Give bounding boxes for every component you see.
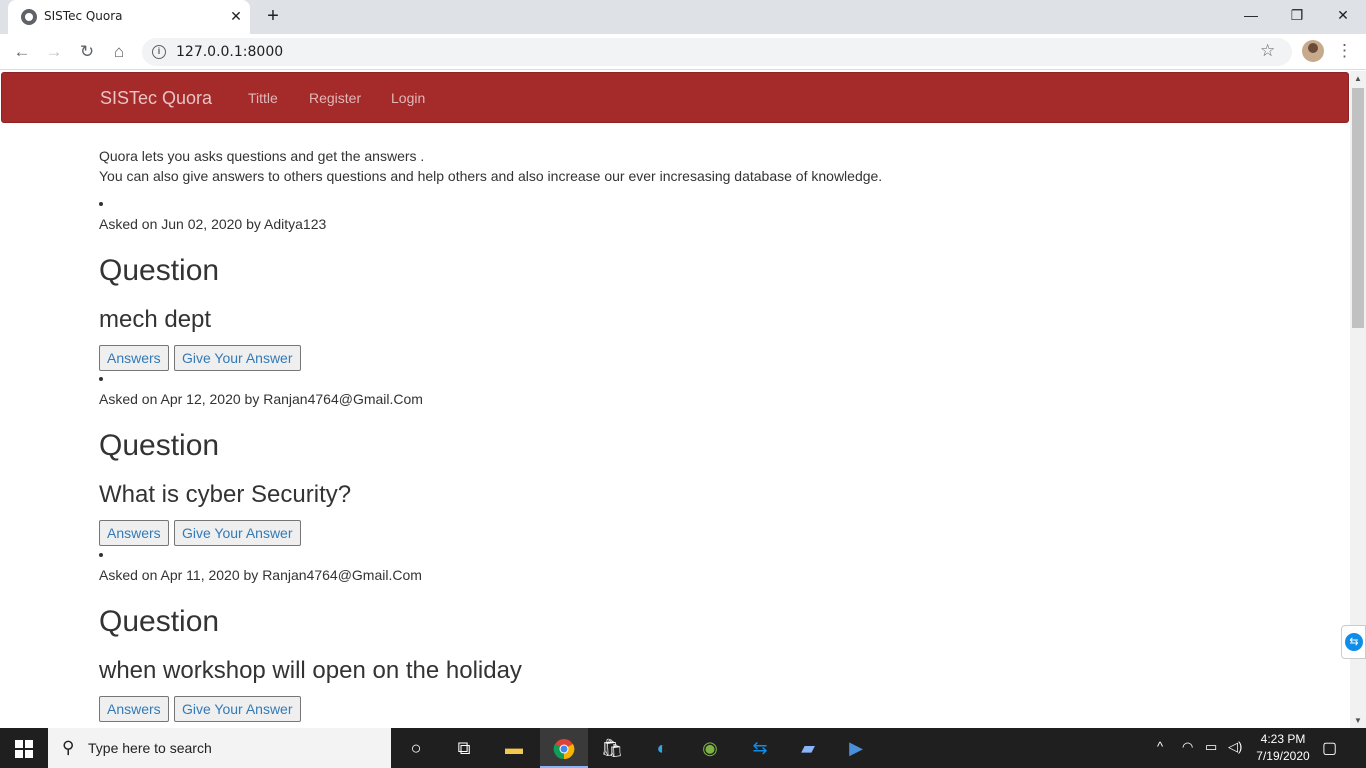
question-meta: Asked on Apr 11, 2020 by Ranjan4764@Gmai… (99, 567, 422, 583)
intro-line-2: You can also give answers to others ques… (99, 168, 883, 184)
clock-date: 7/19/2020 (1256, 749, 1310, 763)
back-arrow-icon[interactable]: ← (10, 40, 34, 64)
wifi-icon[interactable]: ◠ (1182, 739, 1193, 755)
question-text: What is cyber Security? (99, 481, 352, 508)
file-explorer-icon[interactable]: ▬ (490, 728, 538, 768)
task-view-icon[interactable]: ⧉ (440, 728, 488, 768)
edge-icon[interactable]: ◐ (638, 728, 686, 768)
taskbar-search-box[interactable]: ⚲ Type here to search (48, 728, 391, 768)
search-icon: ⚲ (62, 738, 75, 757)
list-bullet (99, 377, 103, 381)
profile-avatar[interactable] (1302, 40, 1324, 62)
powershell-icon[interactable]: ▶ (832, 728, 880, 768)
list-bullet (99, 202, 103, 206)
volume-icon[interactable]: ◁) (1228, 739, 1242, 755)
minimize-button[interactable]: — (1228, 0, 1274, 30)
nav-link-tittle[interactable]: Tittle (248, 90, 278, 106)
teamviewer-icon[interactable]: ⇆ (736, 728, 784, 768)
windows-taskbar: ⚲ Type here to search ○ ⧉ ▬ 🛍 ◐ ◉ ⇆ ▰ ▶ … (0, 728, 1366, 768)
teamviewer-icon: ⇆ (1345, 633, 1363, 651)
question-meta: Asked on Apr 12, 2020 by Ranjan4764@Gmai… (99, 391, 423, 407)
clock-time: 4:23 PM (1260, 732, 1306, 746)
browser-tab[interactable]: SISTec Quora ✕ (8, 0, 250, 34)
chrome-icon[interactable] (540, 728, 588, 768)
home-icon[interactable]: ⌂ (107, 40, 131, 64)
tab-title: SISTec Quora (44, 9, 123, 23)
battery-icon[interactable]: ▭ (1205, 739, 1217, 755)
list-bullet (99, 553, 103, 557)
intro-line-1: Quora lets you asks questions and get th… (99, 148, 425, 164)
give-answer-button[interactable]: Give Your Answer (174, 520, 301, 546)
nav-link-register[interactable]: Register (309, 90, 361, 106)
taskbar-clock[interactable]: 4:23 PM 7/19/2020 (1248, 731, 1318, 765)
nav-link-login[interactable]: Login (391, 90, 425, 106)
question-heading: Question (99, 605, 220, 638)
give-answer-button[interactable]: Give Your Answer (174, 345, 301, 371)
question-heading: Question (99, 254, 220, 287)
info-icon[interactable]: i (152, 45, 166, 59)
answers-button[interactable]: Answers (99, 696, 169, 722)
browser-tab-strip: SISTec Quora ✕ + — ❐ ✕ (0, 0, 1366, 34)
question-text: mech dept (99, 306, 212, 333)
notepad-icon[interactable]: ▰ (784, 728, 832, 768)
site-navbar: SISTec Quora Tittle Register Login (1, 72, 1349, 123)
android-studio-icon[interactable]: ◉ (686, 728, 734, 768)
windows-start-icon[interactable] (15, 740, 33, 758)
give-answer-button[interactable]: Give Your Answer (174, 696, 301, 722)
bookmark-star-icon[interactable]: ☆ (1260, 41, 1275, 61)
globe-icon (21, 9, 37, 25)
url-text[interactable]: 127.0.0.1:8000 (176, 44, 283, 60)
taskbar-search-placeholder[interactable]: Type here to search (88, 740, 212, 756)
question-text: when workshop will open on the holiday (99, 657, 522, 684)
site-brand[interactable]: SISTec Quora (100, 88, 212, 109)
answers-button[interactable]: Answers (99, 345, 169, 371)
forward-arrow-icon[interactable]: → (42, 40, 66, 64)
scroll-up-arrow-icon[interactable]: ▲ (1354, 74, 1362, 83)
new-tab-button[interactable]: + (262, 4, 284, 28)
cortana-icon[interactable]: ○ (392, 728, 440, 768)
question-meta: Asked on Jun 02, 2020 by Aditya123 (99, 216, 327, 232)
address-bar[interactable]: i 127.0.0.1:8000 ☆ (142, 38, 1292, 66)
menu-dots-icon[interactable]: ⋮ (1336, 40, 1353, 64)
close-tab-icon[interactable]: ✕ (228, 6, 244, 26)
tray-chevron-up-icon[interactable]: ^ (1157, 739, 1163, 754)
page-viewport: SISTec Quora Tittle Register Login Quora… (0, 71, 1350, 728)
notification-icon[interactable]: ▢ (1322, 738, 1337, 758)
question-heading: Question (99, 429, 220, 462)
reload-icon[interactable]: ↻ (75, 40, 99, 64)
answers-button[interactable]: Answers (99, 520, 169, 546)
teamviewer-widget[interactable]: ⇆ (1341, 625, 1366, 659)
close-window-button[interactable]: ✕ (1320, 0, 1366, 30)
store-icon[interactable]: 🛍 (588, 728, 636, 768)
browser-toolbar: ← → ↻ ⌂ i 127.0.0.1:8000 ☆ ⋮ (0, 34, 1366, 70)
intro-text: Quora lets you asks questions and get th… (99, 146, 882, 186)
scroll-down-arrow-icon[interactable]: ▼ (1354, 716, 1362, 725)
scrollbar-thumb[interactable] (1352, 88, 1364, 328)
restore-button[interactable]: ❐ (1274, 0, 1320, 30)
